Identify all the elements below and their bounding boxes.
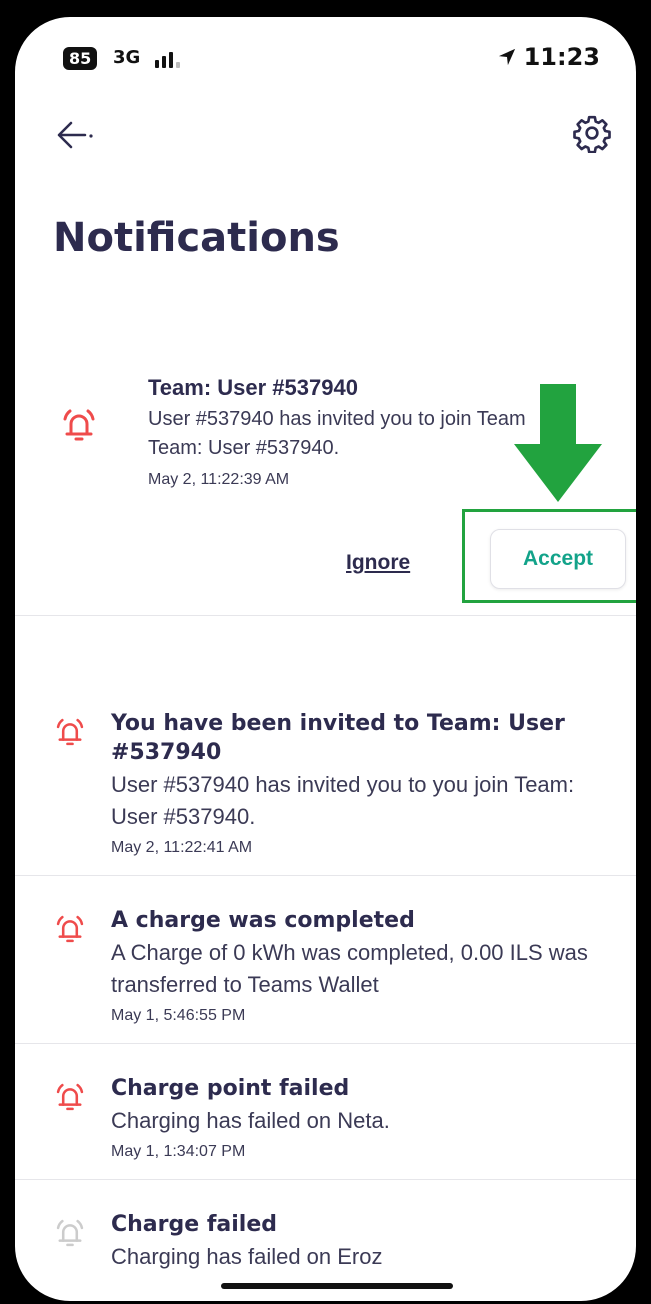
down-arrow-icon — [514, 384, 602, 502]
battery-indicator: 85 — [63, 47, 98, 70]
location-arrow-icon — [498, 48, 515, 66]
notification-title: You have been invited to Team: User #537… — [111, 711, 565, 765]
list-item[interactable]: A charge was completed A Charge of 0 kWh… — [15, 894, 636, 1044]
gear-icon — [573, 115, 611, 154]
highlighted-notification: Team: User #537940 User #537940 has invi… — [15, 357, 636, 616]
list-item[interactable]: You have been invited to Team: User #537… — [15, 697, 636, 876]
notification-title: Charge point failed — [111, 1076, 350, 1101]
notification-body: Charging has failed on Eroz — [111, 1244, 383, 1269]
alarm-bell-icon — [53, 1080, 87, 1119]
ignore-button[interactable]: Ignore — [346, 551, 410, 575]
highlight-frame — [462, 509, 636, 603]
alarm-bell-icon — [53, 715, 87, 754]
notification-list: You have been invited to Team: User #537… — [15, 697, 636, 1301]
list-item[interactable]: Charge failed Charging has failed on Ero… — [15, 1198, 636, 1291]
home-indicator[interactable] — [221, 1283, 453, 1289]
notification-title: Charge failed — [111, 1212, 277, 1237]
notification-time: May 1, 1:34:07 PM — [111, 1143, 246, 1160]
notification-time: May 2, 11:22:39 AM — [148, 471, 290, 488]
notification-title: Team: User #537940 — [148, 375, 358, 400]
bell-icon — [53, 1216, 87, 1255]
signal-icon — [155, 50, 180, 68]
notification-body: A Charge of 0 kWh was completed, 0.00 IL… — [111, 940, 588, 997]
notification-title: A charge was completed — [111, 908, 415, 933]
notification-time: May 1, 5:46:55 PM — [111, 1007, 246, 1024]
clock-time: 11:23 — [523, 43, 600, 71]
back-arrow-icon — [57, 121, 93, 149]
notification-time: May 2, 11:22:41 AM — [111, 839, 253, 856]
list-item[interactable]: Charge point failed Charging has failed … — [15, 1062, 636, 1180]
alarm-bell-icon — [53, 912, 87, 951]
network-type: 3G — [113, 47, 141, 68]
page-title: Notifications — [53, 215, 340, 261]
status-bar: 85 3G 11:23 — [15, 17, 636, 87]
phone-screen: 85 3G 11:23 Notifications Team: User #53… — [12, 14, 639, 1304]
settings-button[interactable] — [572, 113, 612, 154]
notification-body: Charging has failed on Neta. — [111, 1108, 390, 1133]
clock: 11:23 — [498, 43, 600, 71]
notification-body: User #537940 has invited you to you join… — [111, 772, 575, 829]
back-button[interactable] — [55, 115, 101, 155]
alarm-bell-icon — [59, 405, 99, 450]
notification-body: User #537940 has invited you to join Tea… — [148, 408, 526, 459]
